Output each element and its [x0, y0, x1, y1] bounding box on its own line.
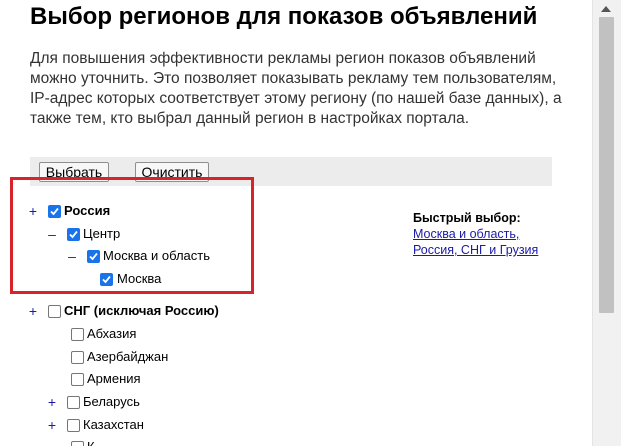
tree-label-armenia: Армения: [87, 371, 141, 386]
checkbox-next[interactable]: [71, 441, 84, 446]
checkbox-armenia[interactable]: [71, 373, 84, 386]
highlight-box: [10, 177, 254, 294]
quick-select-link-moscow[interactable]: Москва и область,: [413, 226, 538, 242]
tree-item-kazakhstan: + Казахстан: [0, 415, 260, 435]
tree-item-cis: + СНГ (исключая Россию): [0, 301, 300, 321]
expand-toggle-belarus[interactable]: +: [46, 392, 58, 412]
expand-toggle-cis[interactable]: +: [27, 301, 39, 321]
dialog-title: Выбор регионов для показов объявлений: [30, 3, 538, 30]
tree-label-abkhazia: Абхазия: [87, 326, 137, 341]
vertical-scrollbar[interactable]: [592, 0, 621, 446]
quick-select-link-russia-cis-georgia[interactable]: Россия, СНГ и Грузия: [413, 242, 538, 258]
tree-item-belarus: + Беларусь: [0, 392, 260, 412]
tree-item-next: К: [0, 437, 260, 446]
checkbox-cis[interactable]: [48, 305, 61, 318]
tree-item-armenia: Армения: [0, 369, 260, 389]
tree-label-kazakhstan: Казахстан: [83, 417, 144, 432]
tree-item-azerbaijan: Азербайджан: [0, 347, 260, 367]
tree-label-cis: СНГ (исключая Россию): [64, 303, 219, 318]
expand-toggle-kazakhstan[interactable]: +: [46, 415, 58, 435]
tree-label-azerbaijan: Азербайджан: [87, 349, 169, 364]
region-selection-dialog: Выбор регионов для показов объявлений Дл…: [0, 0, 592, 446]
tree-item-abkhazia: Абхазия: [0, 324, 260, 344]
checkbox-kazakhstan[interactable]: [67, 419, 80, 432]
quick-select: Быстрый выбор: Москва и область, Россия,…: [413, 210, 538, 258]
checkbox-abkhazia[interactable]: [71, 328, 84, 341]
checkbox-azerbaijan[interactable]: [71, 351, 84, 364]
checkbox-belarus[interactable]: [67, 396, 80, 409]
dialog-description: Для повышения эффективности рекламы реги…: [30, 50, 562, 127]
tree-label-next: К: [87, 437, 95, 446]
scrollbar-thumb[interactable]: [599, 17, 614, 313]
scroll-up-arrow-icon[interactable]: [601, 6, 611, 12]
tree-label-belarus: Беларусь: [83, 394, 140, 409]
quick-select-title: Быстрый выбор:: [413, 211, 521, 225]
